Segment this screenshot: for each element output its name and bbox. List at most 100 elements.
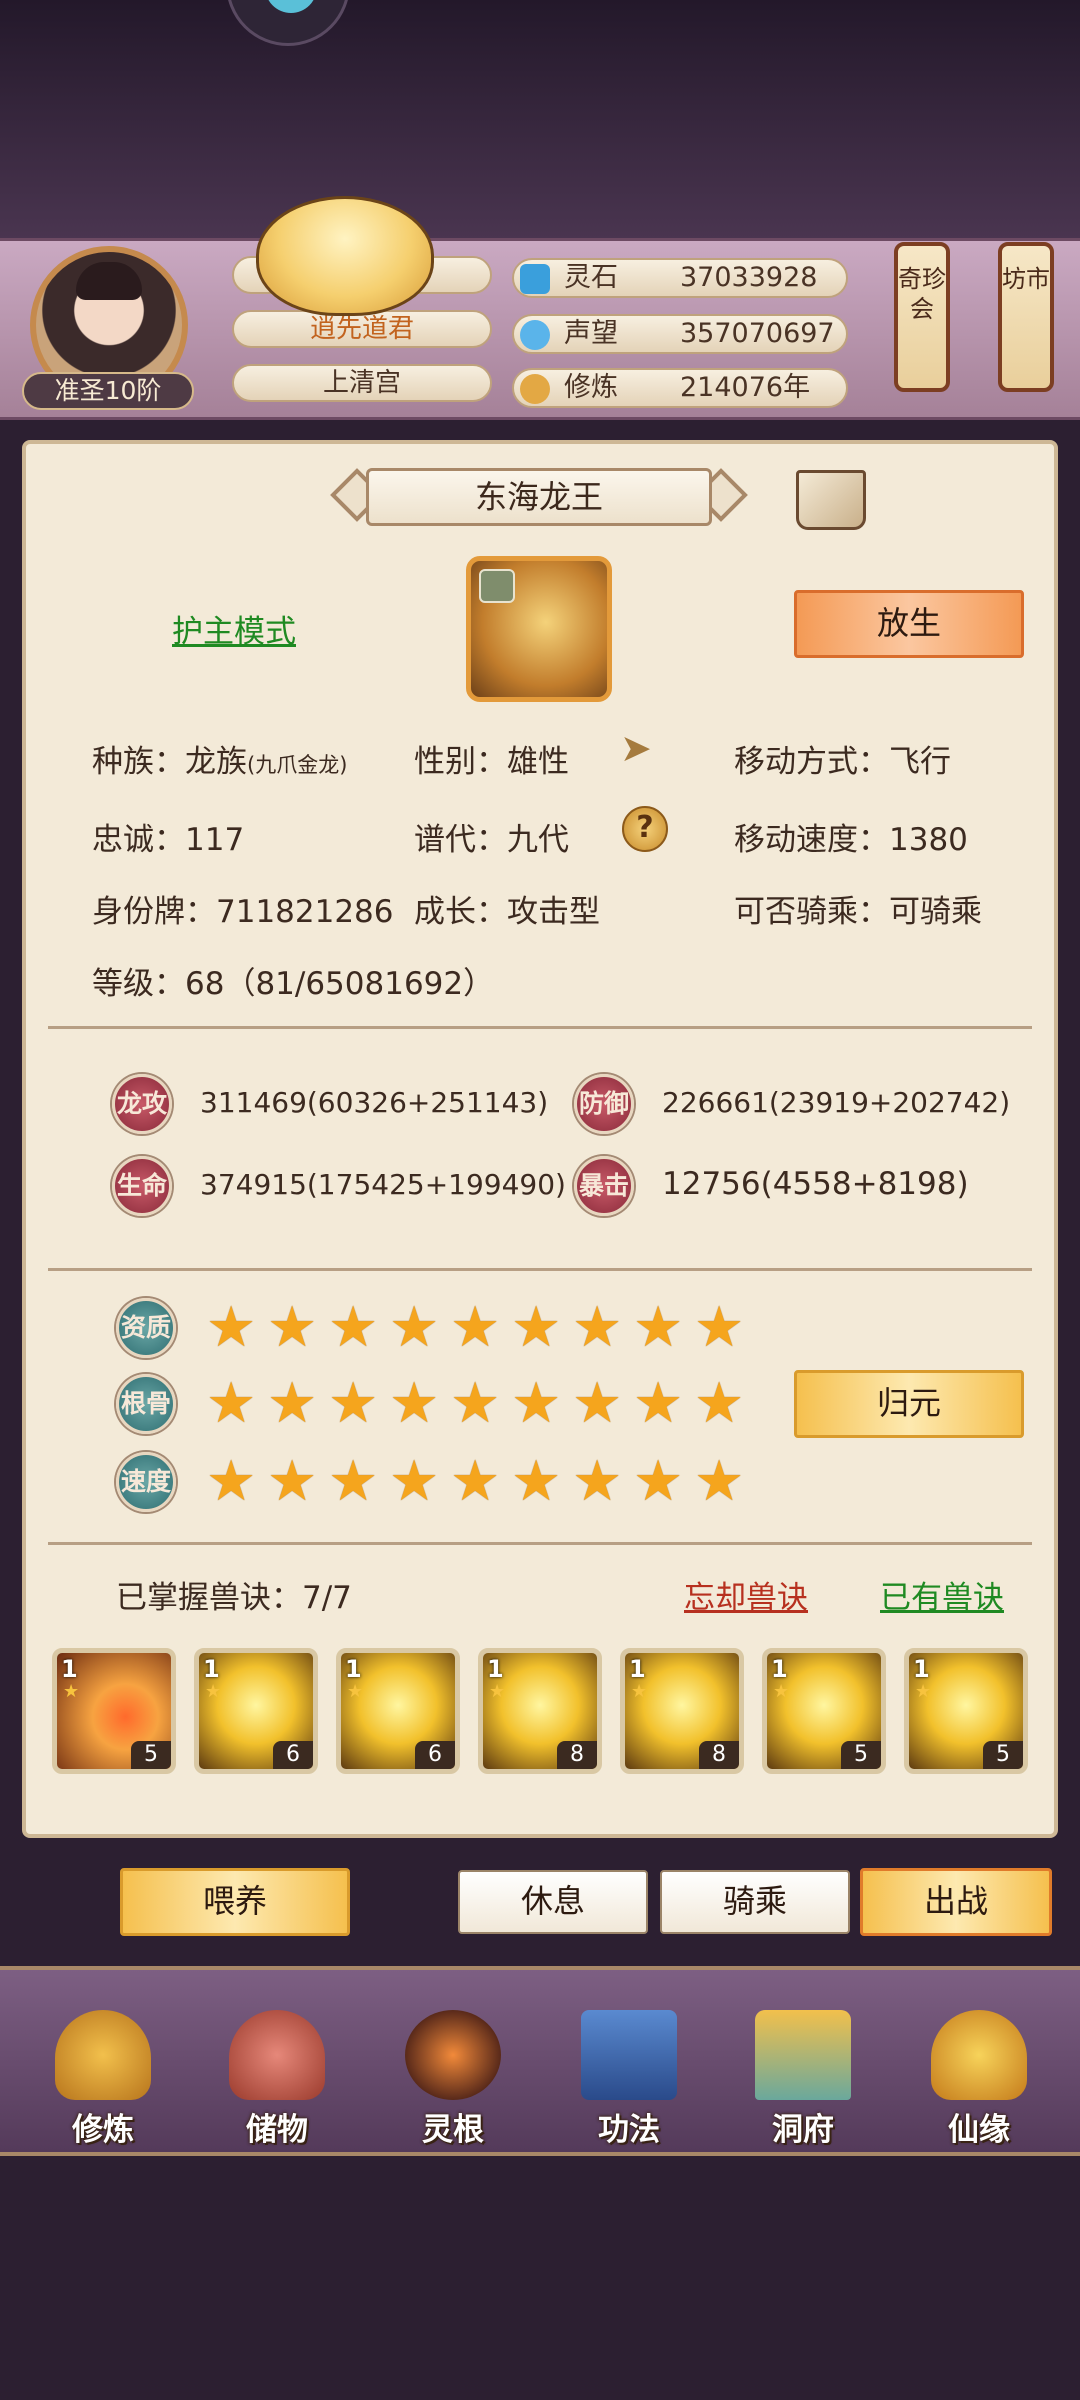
lock-icon[interactable] (479, 569, 515, 603)
forget-skill-link[interactable]: 忘却兽诀 (684, 1572, 808, 1617)
skill-card[interactable]: 1 ★ 6 (336, 1648, 460, 1774)
bone-badge: 根骨 (116, 1374, 176, 1434)
nav-cultivate[interactable]: 修炼 (38, 2010, 168, 2148)
star-icon: ★ (206, 1371, 257, 1436)
nav-cave[interactable]: 洞府 (738, 2010, 868, 2148)
nav-fate[interactable]: 仙缘 (914, 2010, 1044, 2148)
skill-count: 5 (983, 1741, 1023, 1769)
resource-value: 214076年 (680, 372, 811, 403)
star-icon: ★ (694, 1449, 745, 1514)
help-icon[interactable]: ? (622, 806, 668, 852)
owned-skills-link[interactable]: 已有兽诀 (880, 1572, 1004, 1617)
pet-portrait[interactable] (466, 556, 612, 702)
battle-button[interactable]: 出战 (860, 1868, 1052, 1936)
nav-label: 洞府 (772, 2112, 834, 2148)
release-button[interactable]: 放生 (794, 590, 1024, 658)
nav-techniques[interactable]: 功法 (564, 2010, 694, 2148)
rest-button[interactable]: 休息 (458, 1870, 648, 1934)
pet-name: 东海龙王 (366, 468, 712, 526)
skill-count: 5 (841, 1741, 881, 1769)
pet-growth: 成长：攻击型 (414, 894, 600, 930)
skills-mastered: 已掌握兽诀：7/7 (116, 1580, 352, 1616)
star-icon: ★ (633, 1449, 684, 1514)
divider (48, 1026, 1032, 1029)
nav-spirit-root[interactable]: 灵根 (388, 2010, 518, 2148)
star-icon: ★ (694, 1295, 745, 1360)
arrow-icon[interactable]: ➤ (620, 728, 660, 768)
cultivation-icon (520, 374, 550, 404)
star-icon: ★ (915, 1681, 932, 1702)
star-icon: ★ (511, 1449, 562, 1514)
book-icon[interactable] (796, 470, 866, 530)
nav-label: 修炼 (72, 2112, 134, 2148)
ride-button[interactable]: 骑乘 (660, 1870, 850, 1934)
skill-card[interactable]: 1 ★ 6 (194, 1648, 318, 1774)
star-icon: ★ (267, 1295, 318, 1360)
resource-label: 灵石 (564, 262, 618, 293)
guard-mode-link[interactable]: 护主模式 (172, 606, 296, 651)
race-sub: (九爪金龙) (247, 753, 348, 777)
nav-label: 灵根 (422, 2112, 484, 2148)
stat-defense-value: 226661(23919+202742) (662, 1086, 1011, 1119)
bag-icon (229, 2010, 325, 2100)
gold-ingot-icon[interactable] (256, 196, 434, 316)
star-icon: ★ (389, 1449, 440, 1514)
star-icon: ★ (63, 1681, 80, 1702)
cave-house-icon (755, 2010, 851, 2100)
scroll-book-icon (581, 2010, 677, 2100)
skill-card[interactable]: 1 ★ 5 (904, 1648, 1028, 1774)
skill-count: 6 (273, 1741, 313, 1769)
aptitude-stars: ★ ★ ★ ★ ★ ★ ★ ★ ★ (206, 1295, 746, 1360)
pet-loyalty: 忠诚：117 (92, 822, 245, 858)
bone-stars: ★ ★ ★ ★ ★ ★ ★ ★ ★ (206, 1371, 746, 1436)
nav-storage[interactable]: 储物 (212, 2010, 342, 2148)
pet-name-plate: 东海龙王 (328, 462, 750, 532)
star-icon: ★ (206, 1295, 257, 1360)
star-icon: ★ (489, 1681, 506, 1702)
resource-spirit-stone: 灵石 37033928 (512, 258, 848, 298)
resource-cultivation: 修炼 214076年 (512, 368, 848, 408)
divider (48, 1268, 1032, 1271)
star-icon: ★ (572, 1449, 623, 1514)
feed-button[interactable]: 喂养 (120, 1868, 350, 1936)
skill-level: 1 (913, 1655, 930, 1683)
speed-stars: ★ ★ ★ ★ ★ ★ ★ ★ ★ (206, 1449, 746, 1514)
skill-count: 6 (415, 1741, 455, 1769)
star-icon: ★ (328, 1449, 379, 1514)
stat-badge-defense: 防御 (574, 1074, 634, 1134)
skill-count: 5 (131, 1741, 171, 1769)
skill-card[interactable]: 1 ★ 8 (620, 1648, 744, 1774)
resource-label: 声望 (564, 318, 618, 349)
skill-card[interactable]: 1 ★ 5 (762, 1648, 886, 1774)
monk-icon (55, 2010, 151, 2100)
stat-badge-crit: 暴击 (574, 1156, 634, 1216)
resource-prestige: 声望 357070697 (512, 314, 848, 354)
sect-name: 上清宫 (232, 364, 492, 402)
treasure-fair-button[interactable]: 奇珍会 (894, 242, 950, 392)
top-background (0, 0, 1080, 240)
skill-card[interactable]: 1 ★ 8 (478, 1648, 602, 1774)
pet-id-tag: 身份牌：711821286 (92, 894, 394, 930)
nav-label: 储物 (246, 2112, 308, 2148)
star-icon: ★ (267, 1371, 318, 1436)
stat-badge-attack: 龙攻 (112, 1074, 172, 1134)
star-icon: ★ (206, 1449, 257, 1514)
skill-count: 8 (557, 1741, 597, 1769)
resource-value: 37033928 (680, 262, 818, 293)
skill-level: 1 (61, 1655, 78, 1683)
star-icon: ★ (347, 1681, 364, 1702)
star-icon: ★ (450, 1295, 501, 1360)
star-icon: ★ (572, 1295, 623, 1360)
return-button[interactable]: 归元 (794, 1370, 1024, 1438)
stat-attack-value: 311469(60326+251143) (200, 1086, 549, 1119)
market-button[interactable]: 坊市 (998, 242, 1054, 392)
star-icon: ★ (631, 1681, 648, 1702)
star-icon: ★ (511, 1371, 562, 1436)
star-icon: ★ (328, 1295, 379, 1360)
skill-level: 1 (203, 1655, 220, 1683)
skill-level: 1 (345, 1655, 362, 1683)
star-icon: ★ (511, 1295, 562, 1360)
rank-badge: 准圣10阶 (22, 372, 194, 410)
skill-card[interactable]: 1 ★ 5 (52, 1648, 176, 1774)
stat-crit-value: 12756(4558+8198) (662, 1166, 969, 1202)
